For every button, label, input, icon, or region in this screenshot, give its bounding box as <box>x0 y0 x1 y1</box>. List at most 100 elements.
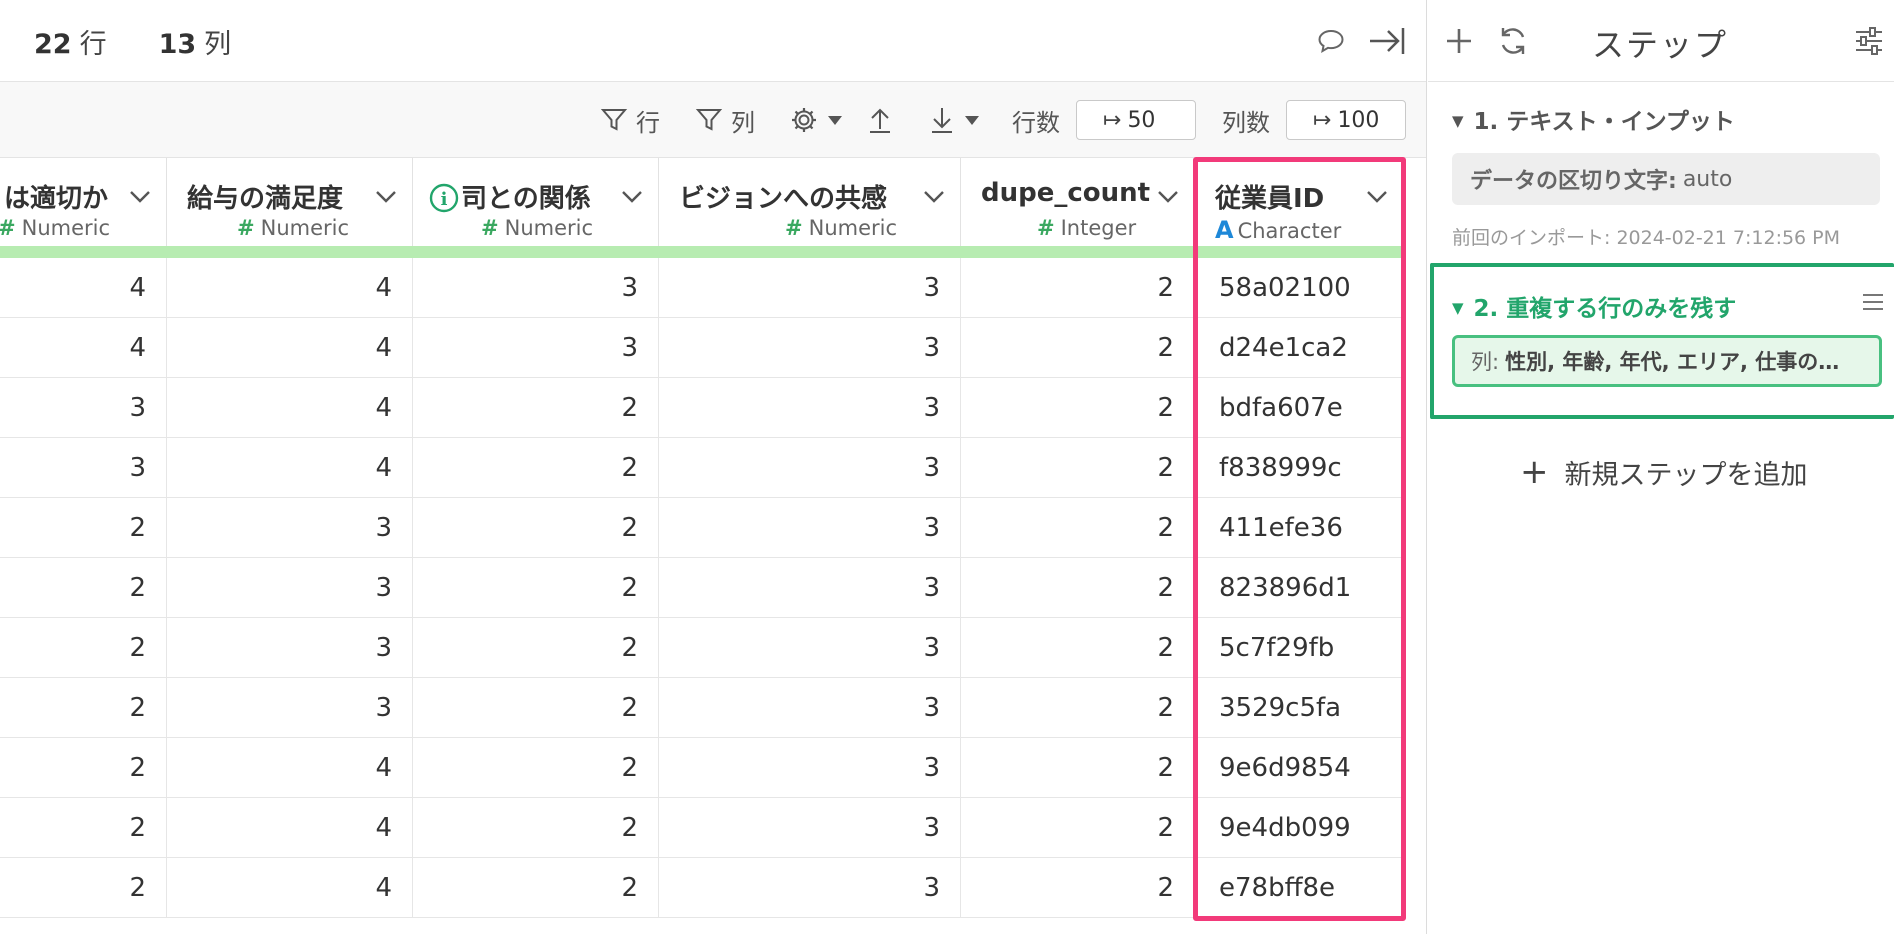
table-cell[interactable]: 5c7f29fb <box>1195 618 1404 678</box>
upload-button[interactable] <box>866 102 902 138</box>
triangle-down-icon[interactable]: ▼ <box>1452 112 1464 130</box>
settings-dropdown-button[interactable] <box>789 102 851 138</box>
table-cell[interactable]: 4 <box>167 738 413 798</box>
table-row[interactable]: 3 4 2 3 2 bdfa607e <box>0 378 1404 438</box>
table-cell[interactable]: 9e6d9854 <box>1195 738 1404 798</box>
collapse-right-icon[interactable] <box>1368 22 1406 60</box>
table-row[interactable]: 2 4 2 3 2 9e4db099 <box>0 798 1404 858</box>
comment-icon[interactable] <box>1312 22 1350 60</box>
download-dropdown-button[interactable] <box>928 102 988 138</box>
add-step-button[interactable]: + 新規ステップを追加 <box>1520 452 1808 492</box>
table-cell[interactable]: 2 <box>961 858 1195 918</box>
table-cell[interactable]: 3 <box>659 258 961 318</box>
table-cell[interactable]: 9e4db099 <box>1195 798 1404 858</box>
table-cell[interactable]: 2 <box>0 738 167 798</box>
chevron-down-icon[interactable] <box>1156 186 1180 206</box>
table-cell[interactable]: 4 <box>167 858 413 918</box>
table-cell[interactable]: 2 <box>961 258 1195 318</box>
table-cell[interactable]: bdfa607e <box>1195 378 1404 438</box>
table-cell[interactable]: 4 <box>0 318 167 378</box>
table-cell[interactable]: 3 <box>167 558 413 618</box>
table-cell[interactable]: 3 <box>659 738 961 798</box>
table-row[interactable]: 2 4 2 3 2 e78bff8e <box>0 858 1404 918</box>
table-cell[interactable]: 3 <box>413 318 659 378</box>
table-row[interactable]: 2 4 2 3 2 9e6d9854 <box>0 738 1404 798</box>
table-cell[interactable]: 3 <box>659 378 961 438</box>
table-cell[interactable]: 823896d1 <box>1195 558 1404 618</box>
table-cell[interactable]: 4 <box>167 798 413 858</box>
table-cell[interactable]: d24e1ca2 <box>1195 318 1404 378</box>
column-header[interactable]: 給与の満足度 # Numeric <box>167 158 413 248</box>
table-cell[interactable]: 4 <box>167 378 413 438</box>
chevron-down-icon[interactable] <box>128 186 152 206</box>
table-cell[interactable]: 3 <box>659 318 961 378</box>
table-cell[interactable]: 3 <box>167 618 413 678</box>
table-cell[interactable]: 3 <box>659 858 961 918</box>
table-cell[interactable]: f838999c <box>1195 438 1404 498</box>
chevron-down-icon[interactable] <box>1365 186 1389 206</box>
table-cell[interactable]: 3 <box>0 438 167 498</box>
col-filter-button[interactable]: 列 <box>695 102 755 138</box>
add-icon[interactable] <box>1440 22 1478 60</box>
step-2-param[interactable]: 列: 性別, 年齢, 年代, エリア, 仕事の… <box>1452 335 1882 387</box>
column-header[interactable]: 従業員ID A Character <box>1195 158 1404 248</box>
table-cell[interactable]: 3 <box>659 498 961 558</box>
table-cell[interactable]: 2 <box>413 558 659 618</box>
step-1-title[interactable]: ▼ 1. テキスト・インプット <box>1452 102 1735 136</box>
table-cell[interactable]: 4 <box>167 318 413 378</box>
table-cell[interactable]: 3 <box>659 438 961 498</box>
table-row[interactable]: 2 3 2 3 2 5c7f29fb <box>0 618 1404 678</box>
table-cell[interactable]: 2 <box>961 678 1195 738</box>
column-header[interactable]: dupe_count # Integer <box>961 158 1195 248</box>
chevron-down-icon[interactable] <box>620 186 644 206</box>
table-cell[interactable]: 2 <box>961 378 1195 438</box>
table-row[interactable]: 2 3 2 3 2 823896d1 <box>0 558 1404 618</box>
table-cell[interactable]: 2 <box>413 498 659 558</box>
table-row[interactable]: 2 3 2 3 2 3529c5fa <box>0 678 1404 738</box>
table-cell[interactable]: 3 <box>0 378 167 438</box>
triangle-down-icon[interactable]: ▼ <box>1452 299 1464 317</box>
column-header[interactable]: ビジョンへの共感 # Numeric <box>659 158 961 248</box>
table-row[interactable]: 4 4 3 3 2 d24e1ca2 <box>0 318 1404 378</box>
table-cell[interactable]: 2 <box>961 558 1195 618</box>
chevron-down-icon[interactable] <box>374 186 398 206</box>
sliders-icon[interactable] <box>1850 22 1888 60</box>
table-cell[interactable]: 2 <box>413 738 659 798</box>
column-header[interactable]: は適切か #Numeric <box>0 158 167 248</box>
table-cell[interactable]: 3 <box>659 798 961 858</box>
table-cell[interactable]: e78bff8e <box>1195 858 1404 918</box>
table-cell[interactable]: 2 <box>0 678 167 738</box>
table-row[interactable]: 4 4 3 3 2 58a02100 <box>0 258 1404 318</box>
step-1-param[interactable]: データの区切り文字: auto <box>1452 153 1880 205</box>
refresh-icon[interactable] <box>1494 22 1532 60</box>
table-cell[interactable]: 2 <box>413 378 659 438</box>
table-cell[interactable]: 2 <box>961 618 1195 678</box>
table-cell[interactable]: 2 <box>0 858 167 918</box>
table-cell[interactable]: 2 <box>413 678 659 738</box>
table-cell[interactable]: 2 <box>0 558 167 618</box>
table-cell[interactable]: 3 <box>167 678 413 738</box>
table-cell[interactable]: 2 <box>0 618 167 678</box>
step-2-title[interactable]: ▼ 2. 重複する行のみを残す <box>1452 289 1736 323</box>
column-header[interactable]: i 司との関係 # Numeric <box>413 158 659 248</box>
table-cell[interactable]: 2 <box>961 798 1195 858</box>
table-cell[interactable]: 2 <box>413 798 659 858</box>
table-cell[interactable]: 2 <box>413 618 659 678</box>
table-cell[interactable]: 2 <box>961 738 1195 798</box>
table-cell[interactable]: 4 <box>167 438 413 498</box>
table-cell[interactable]: 3 <box>167 498 413 558</box>
table-row[interactable]: 3 4 2 3 2 f838999c <box>0 438 1404 498</box>
table-cell[interactable]: 3 <box>659 618 961 678</box>
cols-limit-input[interactable]: ↦ 100 <box>1286 100 1406 140</box>
table-cell[interactable]: 4 <box>167 258 413 318</box>
table-cell[interactable]: 411efe36 <box>1195 498 1404 558</box>
chevron-down-icon[interactable] <box>922 186 946 206</box>
table-cell[interactable]: 2 <box>961 318 1195 378</box>
info-icon[interactable]: i <box>429 183 459 213</box>
table-cell[interactable]: 58a02100 <box>1195 258 1404 318</box>
menu-icon[interactable] <box>1860 289 1886 315</box>
table-cell[interactable]: 2 <box>961 438 1195 498</box>
table-cell[interactable]: 2 <box>0 798 167 858</box>
rows-limit-input[interactable]: ↦ 50 <box>1076 100 1196 140</box>
table-row[interactable]: 2 3 2 3 2 411efe36 <box>0 498 1404 558</box>
